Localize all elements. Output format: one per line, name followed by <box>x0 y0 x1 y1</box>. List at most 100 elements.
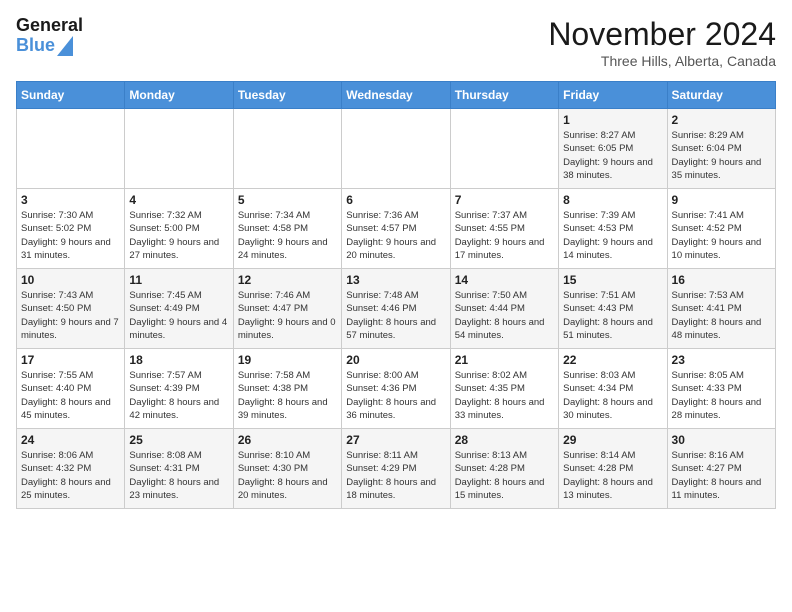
day-number: 25 <box>129 433 228 447</box>
day-info: Sunrise: 8:10 AMSunset: 4:30 PMDaylight:… <box>238 449 337 502</box>
day-info: Sunrise: 7:36 AMSunset: 4:57 PMDaylight:… <box>346 209 445 262</box>
header-cell-saturday: Saturday <box>667 82 775 109</box>
day-cell: 9 Sunrise: 7:41 AMSunset: 4:52 PMDaylight… <box>667 189 775 269</box>
month-title: November 2024 <box>548 16 776 53</box>
day-info: Sunrise: 7:39 AMSunset: 4:53 PMDaylight:… <box>563 209 662 262</box>
day-info: Sunrise: 8:16 AMSunset: 4:27 PMDaylight:… <box>672 449 771 502</box>
day-number: 1 <box>563 113 662 127</box>
day-cell: 2 Sunrise: 8:29 AMSunset: 6:04 PMDaylight… <box>667 109 775 189</box>
day-cell <box>342 109 450 189</box>
header-cell-tuesday: Tuesday <box>233 82 341 109</box>
day-info: Sunrise: 8:05 AMSunset: 4:33 PMDaylight:… <box>672 369 771 422</box>
header-cell-monday: Monday <box>125 82 233 109</box>
day-info: Sunrise: 7:37 AMSunset: 4:55 PMDaylight:… <box>455 209 554 262</box>
day-info: Sunrise: 7:48 AMSunset: 4:46 PMDaylight:… <box>346 289 445 342</box>
day-info: Sunrise: 8:29 AMSunset: 6:04 PMDaylight:… <box>672 129 771 182</box>
page-header: General Blue November 2024 Three Hills, … <box>16 16 776 69</box>
day-number: 26 <box>238 433 337 447</box>
week-row-4: 17Sunrise: 7:55 AMSunset: 4:40 PMDayligh… <box>17 349 776 429</box>
header-cell-friday: Friday <box>559 82 667 109</box>
day-number: 10 <box>21 273 120 287</box>
day-cell: 3 Sunrise: 7:30 AMSunset: 5:02 PMDaylight… <box>17 189 125 269</box>
day-cell: 29 Sunrise: 8:14 AMSunset: 4:28 PMDayligh… <box>559 429 667 509</box>
day-number: 22 <box>563 353 662 367</box>
calendar-body: 1 Sunrise: 8:27 AMSunset: 6:05 PMDaylight… <box>17 109 776 509</box>
day-number: 3 <box>21 193 120 207</box>
day-cell: 25 Sunrise: 8:08 AMSunset: 4:31 PMDayligh… <box>125 429 233 509</box>
header-cell-sunday: Sunday <box>17 82 125 109</box>
day-number: 4 <box>129 193 228 207</box>
day-cell: 14Sunrise: 7:50 AMSunset: 4:44 PMDayligh… <box>450 269 558 349</box>
day-cell: 4Sunrise: 7:32 AMSunset: 5:00 PMDaylight… <box>125 189 233 269</box>
day-cell: 15Sunrise: 7:51 AMSunset: 4:43 PMDayligh… <box>559 269 667 349</box>
day-number: 30 <box>672 433 771 447</box>
location: Three Hills, Alberta, Canada <box>548 53 776 69</box>
day-number: 17 <box>21 353 120 367</box>
day-info: Sunrise: 7:34 AMSunset: 4:58 PMDaylight:… <box>238 209 337 262</box>
logo-text-blue: Blue <box>16 36 55 56</box>
day-info: Sunrise: 8:11 AMSunset: 4:29 PMDaylight:… <box>346 449 445 502</box>
day-number: 27 <box>346 433 445 447</box>
day-cell: 19Sunrise: 7:58 AMSunset: 4:38 PMDayligh… <box>233 349 341 429</box>
day-cell: 30 Sunrise: 8:16 AMSunset: 4:27 PMDayligh… <box>667 429 775 509</box>
day-info: Sunrise: 7:43 AMSunset: 4:50 PMDaylight:… <box>21 289 120 342</box>
day-info: Sunrise: 8:06 AMSunset: 4:32 PMDaylight:… <box>21 449 120 502</box>
day-cell: 22Sunrise: 8:03 AMSunset: 4:34 PMDayligh… <box>559 349 667 429</box>
day-info: Sunrise: 8:08 AMSunset: 4:31 PMDaylight:… <box>129 449 228 502</box>
day-cell: 1 Sunrise: 8:27 AMSunset: 6:05 PMDaylight… <box>559 109 667 189</box>
day-cell: 28Sunrise: 8:13 AMSunset: 4:28 PMDayligh… <box>450 429 558 509</box>
day-cell: 8 Sunrise: 7:39 AMSunset: 4:53 PMDaylight… <box>559 189 667 269</box>
day-info: Sunrise: 8:27 AMSunset: 6:05 PMDaylight:… <box>563 129 662 182</box>
day-cell: 17Sunrise: 7:55 AMSunset: 4:40 PMDayligh… <box>17 349 125 429</box>
day-cell: 23 Sunrise: 8:05 AMSunset: 4:33 PMDayligh… <box>667 349 775 429</box>
day-cell: 26 Sunrise: 8:10 AMSunset: 4:30 PMDayligh… <box>233 429 341 509</box>
day-cell: 11Sunrise: 7:45 AMSunset: 4:49 PMDayligh… <box>125 269 233 349</box>
calendar-table: SundayMondayTuesdayWednesdayThursdayFrid… <box>16 81 776 509</box>
day-cell: 21 Sunrise: 8:02 AMSunset: 4:35 PMDayligh… <box>450 349 558 429</box>
header-row: SundayMondayTuesdayWednesdayThursdayFrid… <box>17 82 776 109</box>
day-cell: 7 Sunrise: 7:37 AMSunset: 4:55 PMDaylight… <box>450 189 558 269</box>
day-number: 13 <box>346 273 445 287</box>
week-row-2: 3 Sunrise: 7:30 AMSunset: 5:02 PMDaylight… <box>17 189 776 269</box>
day-info: Sunrise: 7:46 AMSunset: 4:47 PMDaylight:… <box>238 289 337 342</box>
calendar-header: SundayMondayTuesdayWednesdayThursdayFrid… <box>17 82 776 109</box>
day-number: 20 <box>346 353 445 367</box>
day-number: 28 <box>455 433 554 447</box>
week-row-5: 24Sunrise: 8:06 AMSunset: 4:32 PMDayligh… <box>17 429 776 509</box>
header-cell-wednesday: Wednesday <box>342 82 450 109</box>
day-cell <box>450 109 558 189</box>
day-info: Sunrise: 7:45 AMSunset: 4:49 PMDaylight:… <box>129 289 228 342</box>
day-number: 15 <box>563 273 662 287</box>
day-number: 12 <box>238 273 337 287</box>
day-cell: 18 Sunrise: 7:57 AMSunset: 4:39 PMDayligh… <box>125 349 233 429</box>
day-cell: 27 Sunrise: 8:11 AMSunset: 4:29 PMDayligh… <box>342 429 450 509</box>
day-number: 18 <box>129 353 228 367</box>
logo: General Blue <box>16 16 83 56</box>
day-cell: 6Sunrise: 7:36 AMSunset: 4:57 PMDaylight… <box>342 189 450 269</box>
day-cell: 20 Sunrise: 8:00 AMSunset: 4:36 PMDayligh… <box>342 349 450 429</box>
day-cell: 10 Sunrise: 7:43 AMSunset: 4:50 PMDayligh… <box>17 269 125 349</box>
day-info: Sunrise: 7:53 AMSunset: 4:41 PMDaylight:… <box>672 289 771 342</box>
day-cell <box>233 109 341 189</box>
day-number: 7 <box>455 193 554 207</box>
logo-text-general: General <box>16 16 83 36</box>
week-row-3: 10 Sunrise: 7:43 AMSunset: 4:50 PMDayligh… <box>17 269 776 349</box>
day-number: 21 <box>455 353 554 367</box>
day-info: Sunrise: 8:02 AMSunset: 4:35 PMDaylight:… <box>455 369 554 422</box>
week-row-1: 1 Sunrise: 8:27 AMSunset: 6:05 PMDaylight… <box>17 109 776 189</box>
day-info: Sunrise: 8:00 AMSunset: 4:36 PMDaylight:… <box>346 369 445 422</box>
day-info: Sunrise: 7:41 AMSunset: 4:52 PMDaylight:… <box>672 209 771 262</box>
day-number: 2 <box>672 113 771 127</box>
day-cell <box>17 109 125 189</box>
day-number: 9 <box>672 193 771 207</box>
day-number: 8 <box>563 193 662 207</box>
day-cell: 16 Sunrise: 7:53 AMSunset: 4:41 PMDayligh… <box>667 269 775 349</box>
day-info: Sunrise: 7:30 AMSunset: 5:02 PMDaylight:… <box>21 209 120 262</box>
day-info: Sunrise: 7:57 AMSunset: 4:39 PMDaylight:… <box>129 369 228 422</box>
day-number: 23 <box>672 353 771 367</box>
header-cell-thursday: Thursday <box>450 82 558 109</box>
day-info: Sunrise: 8:14 AMSunset: 4:28 PMDaylight:… <box>563 449 662 502</box>
day-number: 14 <box>455 273 554 287</box>
day-number: 29 <box>563 433 662 447</box>
day-number: 16 <box>672 273 771 287</box>
